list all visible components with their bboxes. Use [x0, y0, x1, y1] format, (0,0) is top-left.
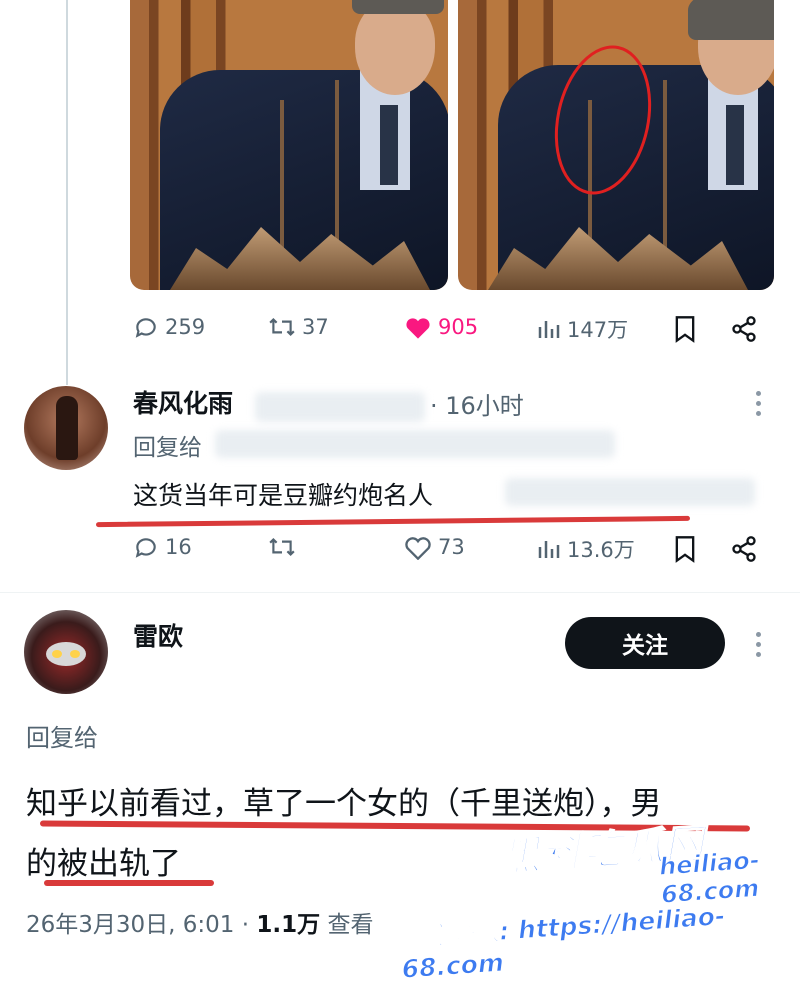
bookmark-button[interactable]	[673, 535, 697, 567]
reply1-text: 这货当年可是豆瓣约炮名人	[133, 481, 434, 510]
views-icon	[538, 541, 560, 558]
redacted-text	[505, 478, 755, 506]
retweet-action[interactable]	[268, 534, 296, 560]
reply2-text-line1: 知乎以前看过，草了一个女的（千里送炮），男	[26, 786, 662, 822]
like-count: 73	[438, 535, 465, 559]
avatar[interactable]	[24, 386, 108, 470]
share-button[interactable]	[730, 315, 758, 347]
thread-line	[66, 0, 68, 385]
like-icon	[406, 318, 430, 339]
share-icon	[732, 316, 756, 342]
reply1-time: · 16小时	[430, 392, 524, 420]
like-count: 905	[438, 315, 479, 339]
share-icon	[732, 536, 756, 562]
reply1-replying-to: 回复给	[133, 435, 202, 461]
share-button[interactable]	[730, 535, 758, 567]
tweet-photo-2[interactable]	[458, 0, 774, 290]
retweet-icon	[269, 317, 295, 337]
reply-count: 16	[165, 535, 192, 559]
reply1-author-name[interactable]: 春风化雨	[133, 384, 233, 420]
like-action[interactable]: 73	[404, 534, 465, 560]
red-circle-annotation	[554, 45, 652, 195]
like-icon	[405, 537, 431, 560]
watermark-note: 看完整版: https://heiliao-68.com	[398, 901, 727, 984]
reply-action[interactable]: 16	[133, 534, 192, 560]
reply2-text-line2: 的被出轨了	[26, 846, 181, 882]
bookmark-icon	[675, 316, 695, 343]
reply-icon	[135, 318, 156, 338]
tweet-photo-1[interactable]	[130, 0, 448, 290]
more-icon[interactable]	[756, 391, 762, 421]
post-date: 26年3月30日, 6:01 ·	[26, 912, 250, 938]
reply2-replying-to: 回复给	[26, 724, 98, 752]
bookmark-button[interactable]	[673, 315, 697, 347]
views-action[interactable]: 13.6万	[537, 534, 635, 564]
post-view-count: 1.1万	[256, 912, 321, 938]
reply-icon	[135, 538, 156, 558]
avatar[interactable]	[24, 610, 108, 694]
views-count: 13.6万	[567, 538, 635, 562]
redacted-mention	[215, 430, 615, 458]
post-timestamp: 26年3月30日, 6:01 · 1.1万 查看	[26, 905, 373, 939]
retweet-count: 37	[302, 315, 329, 339]
reply-action[interactable]: 259	[133, 314, 205, 340]
bookmark-icon	[675, 536, 695, 563]
follow-button[interactable]: 关注	[565, 617, 725, 669]
more-icon[interactable]	[756, 632, 762, 662]
post-view-suffix: 查看	[327, 912, 374, 938]
red-underline	[44, 880, 214, 886]
views-icon	[538, 321, 560, 338]
views-count: 147万	[567, 318, 629, 342]
redacted-handle	[255, 392, 425, 422]
reply2-author-name[interactable]: 雷欧	[133, 617, 183, 653]
red-underline	[95, 515, 691, 528]
retweet-action[interactable]: 37	[268, 314, 329, 340]
views-action[interactable]: 147万	[537, 314, 628, 344]
retweet-icon	[269, 537, 295, 557]
divider	[0, 592, 800, 593]
reply-count: 259	[165, 315, 206, 339]
like-action[interactable]: 905	[404, 314, 478, 340]
